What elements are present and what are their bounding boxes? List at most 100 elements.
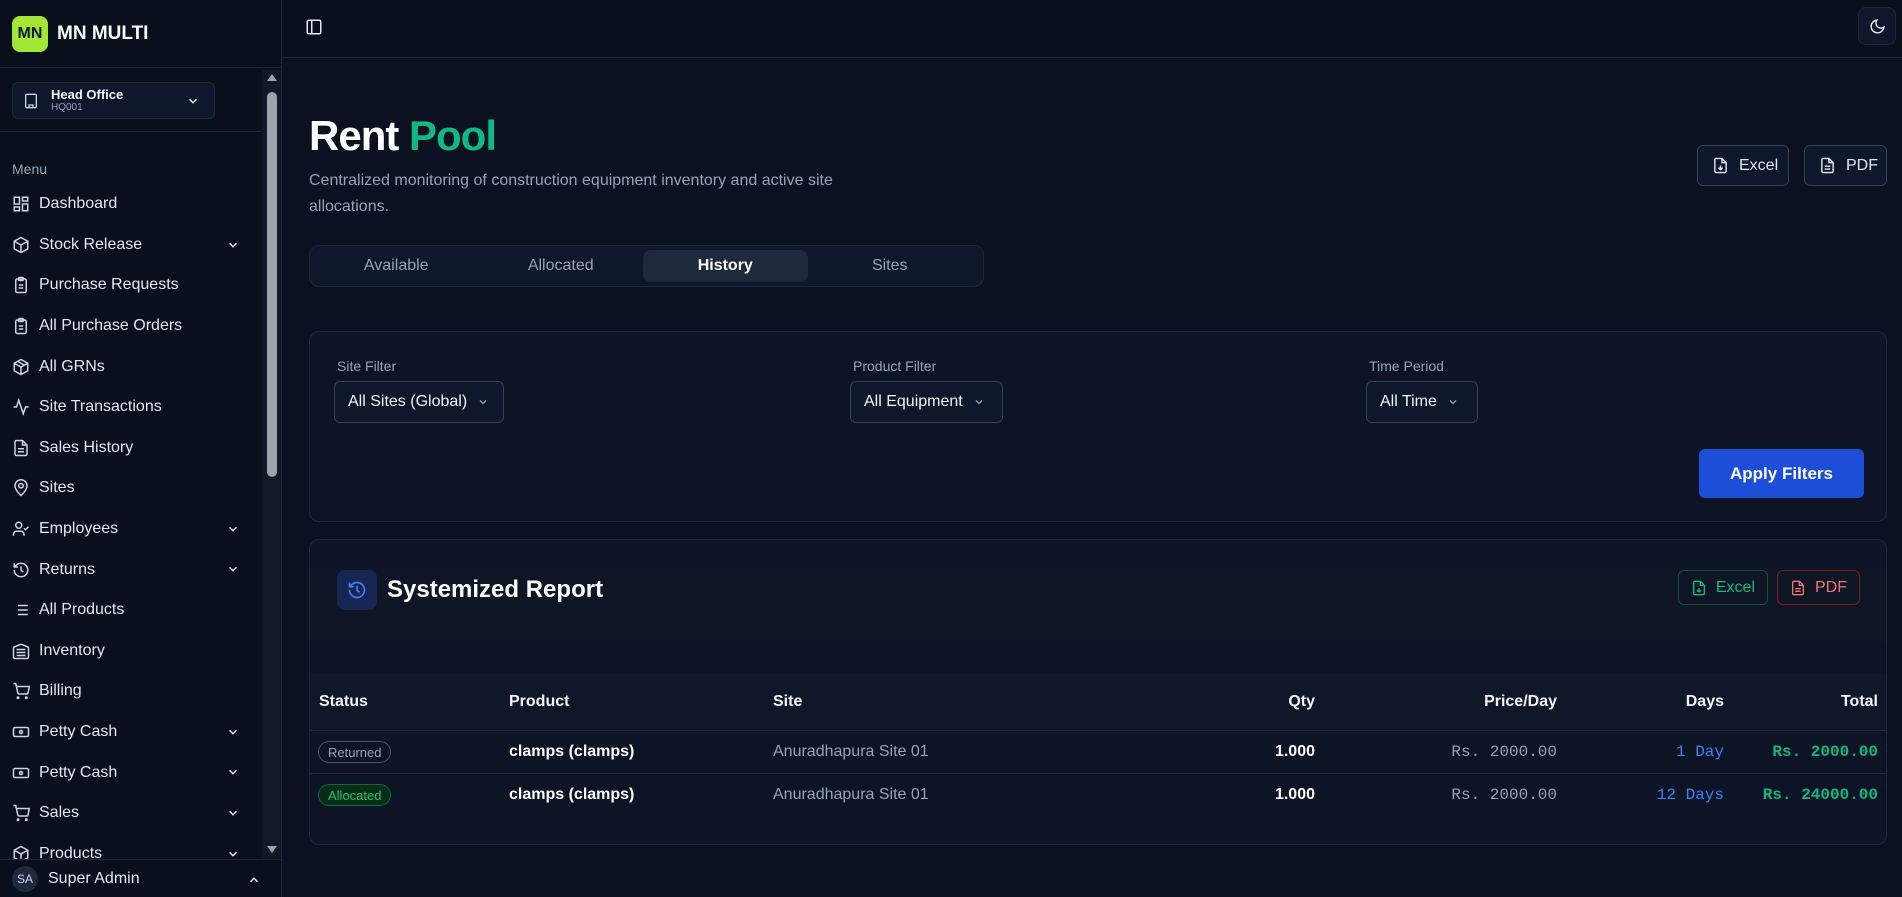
sidebar-item-petty-cash[interactable]: Petty Cash xyxy=(0,712,262,753)
chevron-down-icon xyxy=(226,806,240,820)
product-filter-select[interactable]: All Equipment xyxy=(850,381,1003,423)
activity-icon xyxy=(12,398,30,417)
sidebar-item-returns[interactable]: Returns xyxy=(0,549,262,590)
scrollbar-thumb[interactable] xyxy=(267,92,277,477)
branch-code: HQ001 xyxy=(51,102,83,113)
brand-name: MN MULTI xyxy=(57,22,149,44)
warehouse-icon xyxy=(12,642,30,660)
sidebar-item-dashboard[interactable]: Dashboard xyxy=(0,184,262,225)
user-check-icon xyxy=(12,520,30,538)
sidebar-item-sales[interactable]: Sales xyxy=(0,793,262,834)
days-cell: 12 Days xyxy=(1656,786,1724,804)
clipboard-icon xyxy=(12,317,30,335)
export-pdf-button[interactable]: PDF xyxy=(1804,145,1887,186)
export-pdf-label: PDF xyxy=(1846,156,1878,174)
sidebar: MN MN MULTI Head Office HQ001 Menu Dashb… xyxy=(0,0,282,897)
page-title-part2: Pool xyxy=(409,112,497,159)
chevron-down-icon xyxy=(226,725,240,739)
sidebar-item-billing[interactable]: Billing xyxy=(0,671,262,712)
cash-icon xyxy=(12,764,30,782)
sidebar-item-label: Petty Cash xyxy=(39,723,118,741)
theme-toggle-button[interactable] xyxy=(1858,7,1896,45)
sidebar-item-all-grns[interactable]: All GRNs xyxy=(0,346,262,387)
sidebar-item-label: Sites xyxy=(39,479,75,497)
user-menu[interactable]: SA Super Admin xyxy=(0,859,281,897)
scroll-up-arrow-icon[interactable] xyxy=(267,74,277,81)
product-filter-value: All Equipment xyxy=(864,393,963,410)
sidebar-item-label: Purchase Requests xyxy=(39,276,179,294)
branch-selector[interactable]: Head Office HQ001 xyxy=(12,82,215,119)
sidebar-item-sales-history[interactable]: Sales History xyxy=(0,428,262,469)
column-header-status: Status xyxy=(319,693,368,710)
sidebar-item-stock-release[interactable]: Stock Release xyxy=(0,225,262,266)
sidebar-item-products[interactable]: Products xyxy=(0,834,262,859)
chevron-down-icon xyxy=(1447,396,1459,408)
column-header-site: Site xyxy=(773,693,803,710)
product-cell: clamps (clamps) xyxy=(509,743,635,760)
sidebar-item-inventory[interactable]: Inventory xyxy=(0,631,262,672)
sidebar-item-all-purchase-orders[interactable]: All Purchase Orders xyxy=(0,306,262,347)
sidebar-item-site-transactions[interactable]: Site Transactions xyxy=(0,387,262,428)
sidebar-item-employees[interactable]: Employees xyxy=(0,509,262,550)
sidebar-item-label: Employees xyxy=(39,520,119,538)
package-icon xyxy=(12,358,30,376)
file-excel-icon xyxy=(1691,580,1707,596)
column-header-total: Total xyxy=(1840,693,1878,710)
site-cell: Anuradhapura Site 01 xyxy=(773,786,929,803)
chevron-down-icon xyxy=(226,765,240,779)
time-period-label: Time Period xyxy=(1369,358,1444,374)
chevron-down-icon xyxy=(226,562,240,576)
chevron-down-icon xyxy=(477,396,489,408)
report-excel-button[interactable]: Excel xyxy=(1677,570,1768,605)
sidebar-nav: Dashboard Stock Release Purchase Request… xyxy=(0,184,262,859)
sidebar-item-purchase-requests[interactable]: Purchase Requests xyxy=(0,265,262,306)
table-header: Status Product Site Qty Price/Day Days T… xyxy=(310,673,1886,731)
sidebar-item-petty-cash-2[interactable]: Petty Cash xyxy=(0,752,262,793)
sidebar-item-label: Inventory xyxy=(39,641,105,659)
sidebar-scrollbar[interactable] xyxy=(262,70,281,857)
tab-sites[interactable]: Sites xyxy=(808,250,973,282)
sidebar-item-label: All Purchase Orders xyxy=(39,317,183,335)
report-pdf-label: PDF xyxy=(1815,578,1847,596)
chevron-up-icon xyxy=(247,873,261,887)
table-row[interactable]: Allocated clamps (clamps) Anuradhapura S… xyxy=(310,774,1886,817)
scroll-down-arrow-icon[interactable] xyxy=(267,846,277,853)
tab-allocated[interactable]: Allocated xyxy=(479,250,644,282)
history-icon xyxy=(12,561,30,579)
report-title: Systemized Report xyxy=(387,576,604,603)
export-excel-button[interactable]: Excel xyxy=(1697,145,1789,186)
tab-history[interactable]: History xyxy=(643,250,808,282)
chevron-down-icon xyxy=(226,238,240,252)
site-cell: Anuradhapura Site 01 xyxy=(773,743,929,760)
site-filter-label: Site Filter xyxy=(337,358,397,374)
list-icon xyxy=(12,601,30,619)
status-badge: Allocated xyxy=(318,784,392,806)
column-header-qty: Qty xyxy=(1288,693,1315,710)
qty-cell: 1.000 xyxy=(1274,786,1315,803)
cash-icon xyxy=(12,723,30,741)
tab-available[interactable]: Available xyxy=(314,250,479,282)
time-period-value: All Time xyxy=(1380,393,1437,410)
report-excel-label: Excel xyxy=(1715,578,1755,596)
sidebar-toggle-icon[interactable] xyxy=(305,18,323,36)
time-period-select[interactable]: All Time xyxy=(1366,381,1478,423)
table-row[interactable]: Returned clamps (clamps) Anuradhapura Si… xyxy=(310,731,1886,774)
sidebar-item-label: All Products xyxy=(39,601,125,619)
brand[interactable]: MN MN MULTI xyxy=(0,0,281,68)
file-text-icon xyxy=(1790,580,1806,596)
clipboard-icon xyxy=(12,276,30,294)
page-subtitle: Centralized monitoring of construction e… xyxy=(309,172,833,215)
document-icon xyxy=(12,439,30,457)
brand-logo: MN xyxy=(12,15,48,52)
sidebar-item-label: Sales xyxy=(39,804,80,822)
price-cell: Rs. 2000.00 xyxy=(1451,743,1557,761)
price-cell: Rs. 2000.00 xyxy=(1451,786,1557,804)
apply-filters-button[interactable]: Apply Filters xyxy=(1699,449,1864,498)
total-cell: Rs. 24000.00 xyxy=(1762,786,1878,804)
sidebar-item-sites[interactable]: Sites xyxy=(0,468,262,509)
report-card: Systemized Report Excel PDF Status Produ… xyxy=(309,539,1887,845)
sidebar-item-all-products[interactable]: All Products xyxy=(0,590,262,631)
site-filter-select[interactable]: All Sites (Global) xyxy=(334,381,504,423)
map-pin-icon xyxy=(12,479,30,497)
report-pdf-button[interactable]: PDF xyxy=(1777,570,1860,605)
